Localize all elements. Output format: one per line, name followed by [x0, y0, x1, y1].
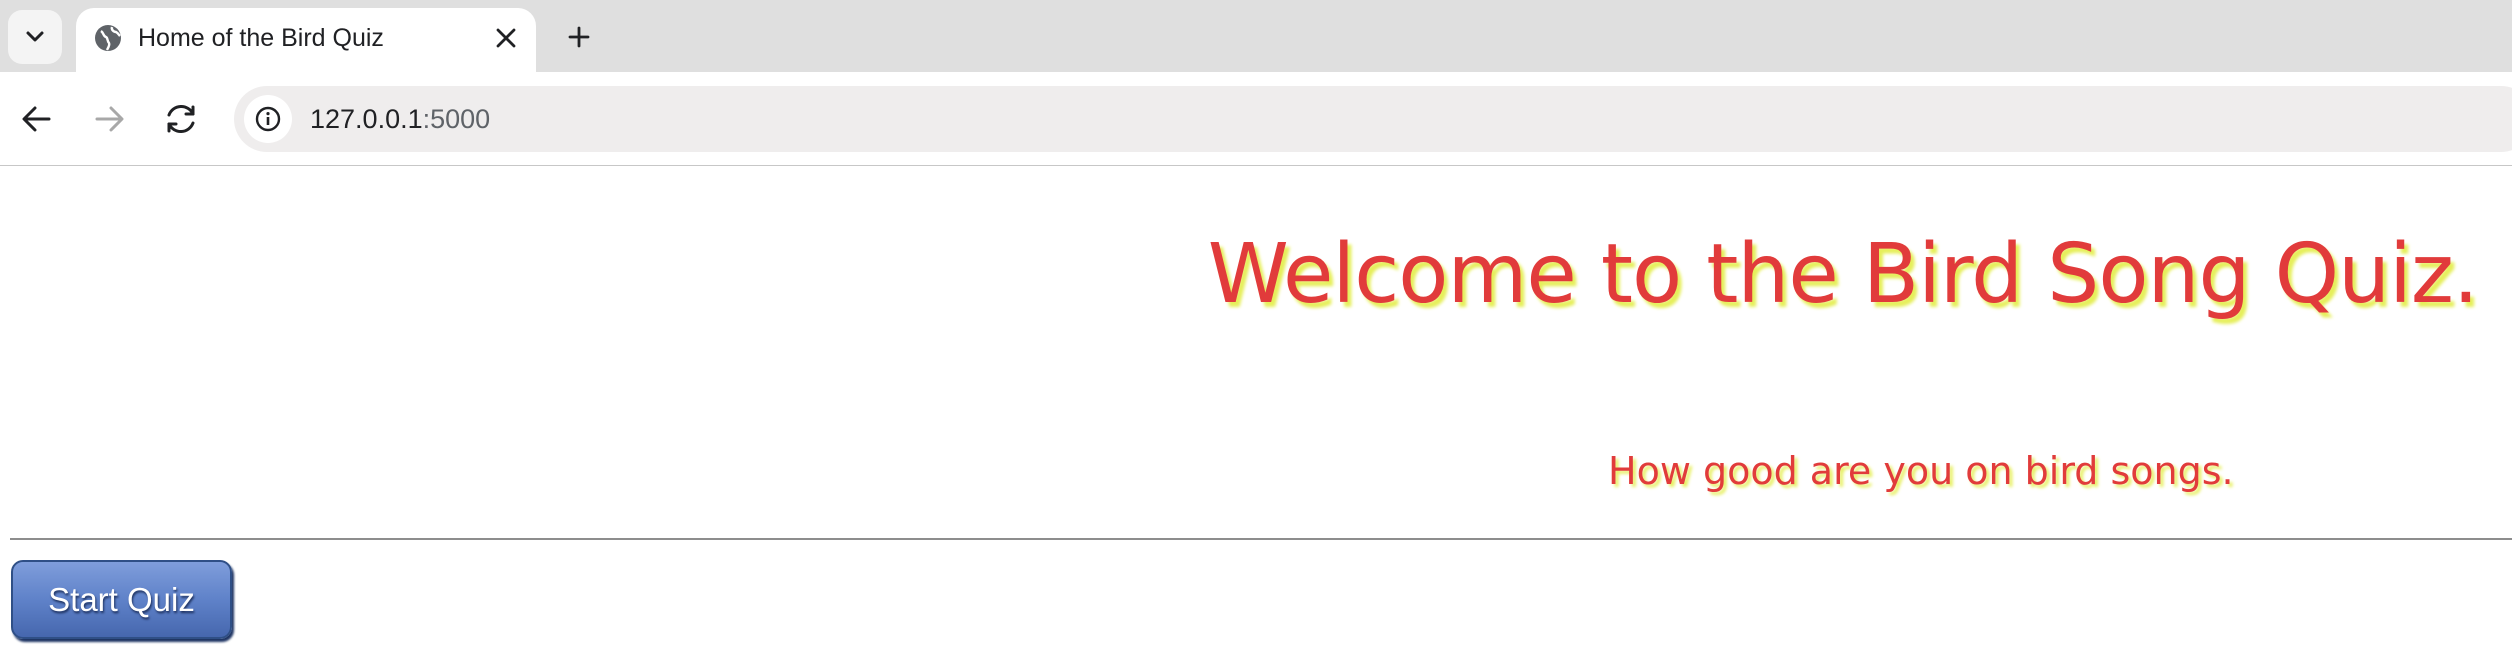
close-tab-button[interactable] — [488, 20, 524, 56]
back-button[interactable] — [12, 94, 62, 144]
tab-active[interactable]: Home of the Bird Quiz — [76, 8, 536, 74]
tab-strip: Home of the Bird Quiz — [0, 0, 2512, 74]
start-quiz-button[interactable]: Start Quiz — [11, 560, 232, 639]
reload-icon — [167, 104, 195, 134]
globe-icon — [95, 25, 121, 51]
divider — [10, 538, 2512, 540]
arrow-left-icon — [22, 106, 51, 132]
new-tab-button[interactable] — [558, 16, 600, 58]
page-title: Welcome to the Bird Song Quiz. — [1207, 227, 2479, 322]
arrow-right-icon — [95, 106, 124, 132]
forward-button[interactable] — [84, 94, 134, 144]
url-host: 127.0.0.1 — [310, 104, 423, 134]
page-subtitle: How good are you on bird songs. — [1608, 449, 2234, 493]
reload-button[interactable] — [156, 94, 206, 144]
url-port: :5000 — [422, 104, 491, 134]
tab-title: Home of the Bird Quiz — [138, 24, 384, 52]
chevron-down-icon — [26, 31, 44, 42]
site-info-button[interactable] — [244, 95, 292, 143]
plus-icon — [568, 26, 590, 48]
close-icon — [496, 28, 516, 48]
page-content: Welcome to the Bird Song Quiz. How good … — [0, 167, 2512, 653]
address-bar[interactable]: 127.0.0.1:5000 — [234, 86, 2512, 152]
browser-toolbar: 127.0.0.1:5000 — [0, 72, 2512, 166]
info-icon — [255, 106, 281, 132]
tab-search-button[interactable] — [8, 10, 62, 64]
url-text: 127.0.0.1:5000 — [310, 101, 490, 137]
